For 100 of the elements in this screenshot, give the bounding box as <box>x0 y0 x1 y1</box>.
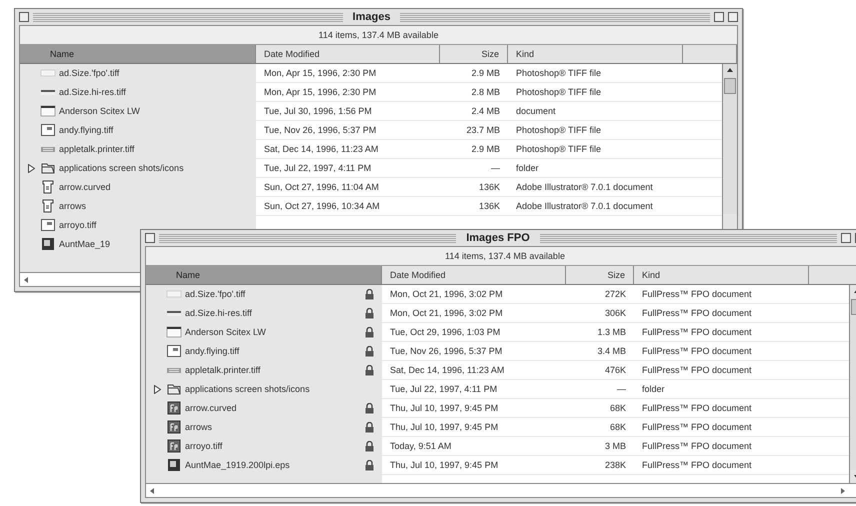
file-name[interactable]: arrow.curved <box>59 182 111 192</box>
kind-cell-text: Photoshop® TIFF file <box>515 143 602 156</box>
kind-cell-text: FullPress™ FPO document <box>641 288 753 301</box>
size-cell-text: 238K <box>604 459 627 472</box>
size-cell-text: 476K <box>604 364 627 377</box>
file-name[interactable]: ad.Size.hi-res.tiff <box>59 87 126 97</box>
file-name[interactable]: ad.Size.hi-res.tiff <box>185 308 252 318</box>
size-cell-text: 2.9 MB <box>470 143 501 156</box>
date-cell-text: Tue, Nov 26, 1996, 5:37 PM <box>389 345 504 358</box>
size-cell-text: 23.7 MB <box>465 124 501 137</box>
size-cell-text: 272K <box>604 288 627 301</box>
date-cell-text: Tue, Jul 22, 1997, 4:11 PM <box>389 383 498 396</box>
date-cell-text: Mon, Oct 21, 1996, 3:02 PM <box>389 307 504 320</box>
size-cell-text: 1.3 MB <box>596 326 627 339</box>
kind-cell-text: FullPress™ FPO document <box>641 364 753 377</box>
image-file-icon <box>40 218 56 232</box>
kind-cell-text: FullPress™ FPO document <box>641 459 753 472</box>
file-name[interactable]: ad.Size.'fpo'.tiff <box>185 289 246 299</box>
file-name[interactable]: arrows <box>185 422 212 432</box>
folder-icon <box>166 382 182 396</box>
size-cell-text: 136K <box>478 181 501 194</box>
window-title: Images FPO <box>465 232 531 244</box>
date-cell-text: Thu, Jul 10, 1997, 9:45 PM <box>389 402 500 415</box>
image-file-icon <box>40 237 56 251</box>
document-icon <box>40 104 56 118</box>
date-cell-text: Sun, Oct 27, 1996, 10:34 AM <box>263 200 381 213</box>
kind-cell-text: folder <box>515 162 540 175</box>
document-icon <box>166 325 182 339</box>
file-name[interactable]: AuntMae_19 <box>59 239 110 249</box>
file-name[interactable]: applications screen shots/icons <box>185 384 310 394</box>
file-name[interactable]: AuntMae_1919.200lpi.eps <box>185 460 290 470</box>
file-name[interactable]: appletalk.printer.tiff <box>185 365 260 375</box>
document-icon <box>40 199 56 213</box>
document-icon <box>40 180 56 194</box>
vertical-scrollbar[interactable] <box>723 64 737 214</box>
collapse-box[interactable] <box>728 12 738 22</box>
kind-cell-text: FullPress™ FPO document <box>641 440 753 453</box>
date-cell-text: Sun, Oct 27, 1996, 11:04 AM <box>263 181 380 194</box>
file-name[interactable]: arroyo.tiff <box>185 441 222 451</box>
date-cell-text: Mon, Apr 15, 1996, 2:30 PM <box>263 86 378 99</box>
file-name[interactable]: andy.flying.tiff <box>59 125 114 135</box>
date-cell-text: Tue, Oct 29, 1996, 1:03 PM <box>389 326 502 339</box>
scroll-thumb[interactable] <box>724 78 736 94</box>
date-cell-text: Today, 9:51 AM <box>389 440 452 453</box>
column-header[interactable]: Name <box>20 45 256 63</box>
image-file-icon <box>40 123 56 137</box>
kind-cell-text: Adobe Illustrator® 7.0.1 document <box>515 200 654 213</box>
date-cell-text: Thu, Jul 10, 1997, 9:45 PM <box>389 459 500 472</box>
horizontal-scrollbar[interactable] <box>146 483 856 497</box>
kind-cell-text: Adobe Illustrator® 7.0.1 document <box>515 181 654 194</box>
close-box[interactable] <box>19 12 29 22</box>
size-cell-text: 2.9 MB <box>470 67 501 80</box>
items-info: 114 items, 137.4 MB available <box>318 30 438 40</box>
file-name[interactable]: arrow.curved <box>185 403 237 413</box>
kind-cell-text: FullPress™ FPO document <box>641 421 753 434</box>
date-cell-text: Sat, Dec 14, 1996, 11:23 AM <box>389 364 506 377</box>
file-name[interactable]: Anderson Scitex LW <box>59 106 140 116</box>
kind-cell-text: Photoshop® TIFF file <box>515 86 602 99</box>
close-box[interactable] <box>145 233 155 243</box>
size-cell-text: — <box>490 162 501 175</box>
size-cell-text: 2.4 MB <box>470 105 501 118</box>
date-cell-text: Tue, Nov 26, 1996, 5:37 PM <box>263 124 378 137</box>
kind-cell-text: folder <box>641 383 666 396</box>
disclosure-triangle-icon[interactable] <box>154 384 161 394</box>
size-cell-text: 3 MB <box>604 440 627 453</box>
size-cell-text: — <box>616 383 627 396</box>
size-cell-text: 2.8 MB <box>470 86 501 99</box>
file-name[interactable]: Anderson Scitex LW <box>185 327 266 337</box>
disclosure-triangle-icon[interactable] <box>28 164 35 172</box>
document-icon <box>166 439 182 453</box>
file-name[interactable]: andy.flying.tiff <box>185 346 240 356</box>
kind-cell-text: document <box>515 105 557 118</box>
file-name[interactable]: ad.Size.'fpo'.tiff <box>59 68 120 78</box>
size-cell-text: 3.4 MB <box>596 345 627 358</box>
file-name[interactable]: arrows <box>59 201 86 211</box>
window-title: Images <box>352 11 392 23</box>
date-cell-text: Mon, Apr 15, 1996, 2:30 PM <box>263 67 378 80</box>
size-cell-text: 68K <box>608 421 627 434</box>
zoom-box[interactable] <box>714 12 724 22</box>
kind-cell-text: Photoshop® TIFF file <box>515 124 602 137</box>
date-cell-text: Mon, Oct 21, 1996, 3:02 PM <box>389 288 504 301</box>
size-cell-text: 68K <box>608 402 627 415</box>
date-cell-text: Sat, Dec 14, 1996, 11:23 AM <box>263 143 380 156</box>
file-name[interactable]: applications screen shots/icons <box>59 163 184 173</box>
kind-cell-text: FullPress™ FPO document <box>641 326 753 339</box>
document-icon <box>166 420 182 434</box>
zoom-box[interactable] <box>841 233 852 243</box>
date-cell-text: Thu, Jul 10, 1997, 9:45 PM <box>389 421 500 434</box>
date-cell-text: Tue, Jul 22, 1997, 4:11 PM <box>263 162 372 175</box>
date-cell-text: Tue, Jul 30, 1996, 1:56 PM <box>263 105 373 118</box>
column-header[interactable]: Name <box>146 266 382 284</box>
kind-cell-text: Photoshop® TIFF file <box>515 67 602 80</box>
file-name[interactable]: appletalk.printer.tiff <box>59 144 134 154</box>
image-file-icon <box>166 458 182 472</box>
file-name[interactable]: arroyo.tiff <box>59 220 96 230</box>
size-cell-text: 306K <box>604 307 627 320</box>
folder-icon <box>40 161 56 175</box>
size-cell-text: 136K <box>478 200 501 213</box>
kind-cell-text: FullPress™ FPO document <box>641 345 753 358</box>
image-file-icon <box>166 344 182 358</box>
